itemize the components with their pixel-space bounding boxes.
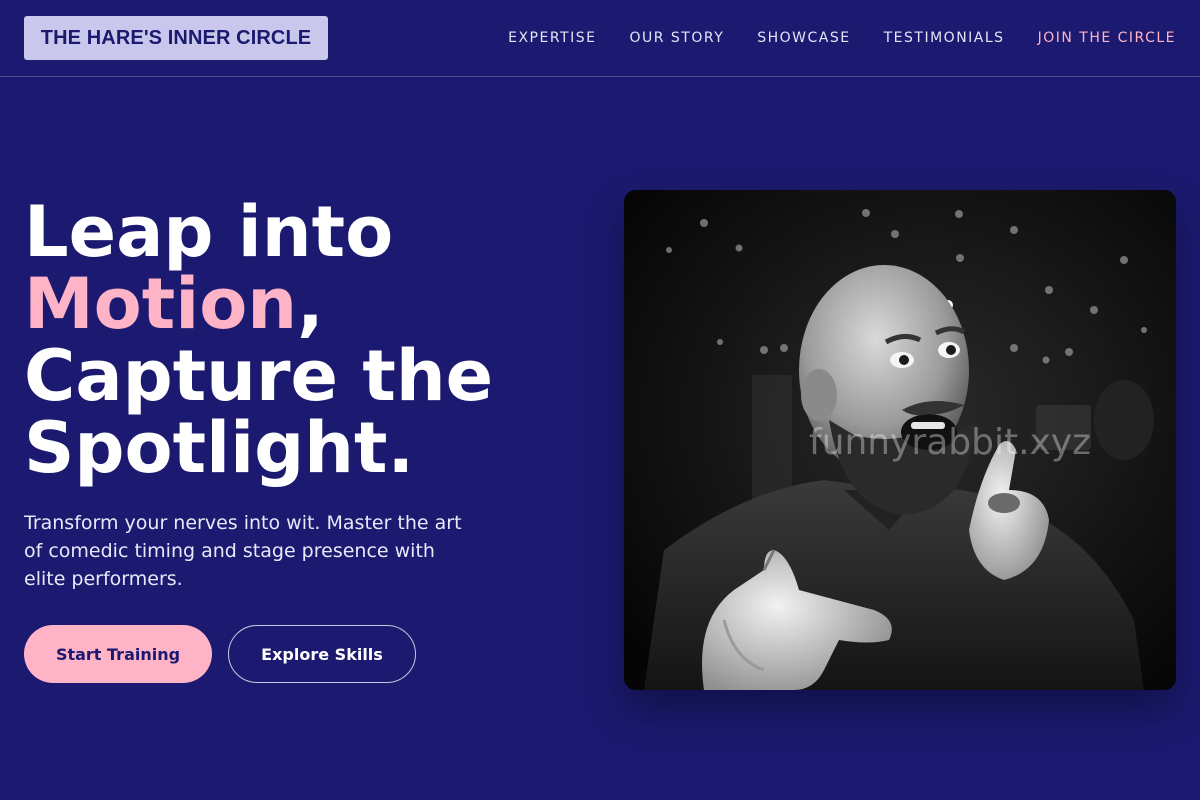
nav-link-expertise[interactable]: EXPERTISE xyxy=(508,28,596,48)
nav-link-join-the-circle[interactable]: JOIN THE CIRCLE xyxy=(1038,28,1176,48)
main-nav: EXPERTISE OUR STORY SHOWCASE TESTIMONIAL… xyxy=(508,28,1176,48)
hero-subtitle: Transform your nerves into wit. Master t… xyxy=(24,512,462,590)
hero-image: funnyrabbit.xyz xyxy=(624,190,1176,690)
hero-title-line3: Capture the xyxy=(24,335,494,417)
hero-title: Leap into Motion, Capture the Spotlight. xyxy=(24,196,584,484)
nav-item-expertise: EXPERTISE xyxy=(508,28,596,48)
explore-skills-button[interactable]: Explore Skills xyxy=(228,625,416,683)
hero-title-comma: , xyxy=(297,263,324,345)
nav-link-showcase[interactable]: SHOWCASE xyxy=(757,28,850,48)
nav-item-our-story: OUR STORY xyxy=(629,28,724,48)
site-header: THE HARE'S INNER CIRCLE EXPERTISE OUR ST… xyxy=(0,0,1200,77)
hero-title-highlight: Motion xyxy=(24,263,298,345)
start-training-button[interactable]: Start Training xyxy=(24,625,212,683)
nav-link-our-story[interactable]: OUR STORY xyxy=(629,28,724,48)
site-logo[interactable]: THE HARE'S INNER CIRCLE xyxy=(24,16,328,60)
hero-title-line1: Leap into xyxy=(24,191,394,273)
hero-title-line4: Spotlight. xyxy=(24,407,415,489)
nav-item-join: JOIN THE CIRCLE xyxy=(1038,28,1176,48)
nav-item-showcase: SHOWCASE xyxy=(757,28,850,48)
nav-item-testimonials: TESTIMONIALS xyxy=(884,28,1005,48)
nav-link-testimonials[interactable]: TESTIMONIALS xyxy=(884,28,1005,48)
image-watermark: funnyrabbit.xyz xyxy=(808,422,1092,463)
